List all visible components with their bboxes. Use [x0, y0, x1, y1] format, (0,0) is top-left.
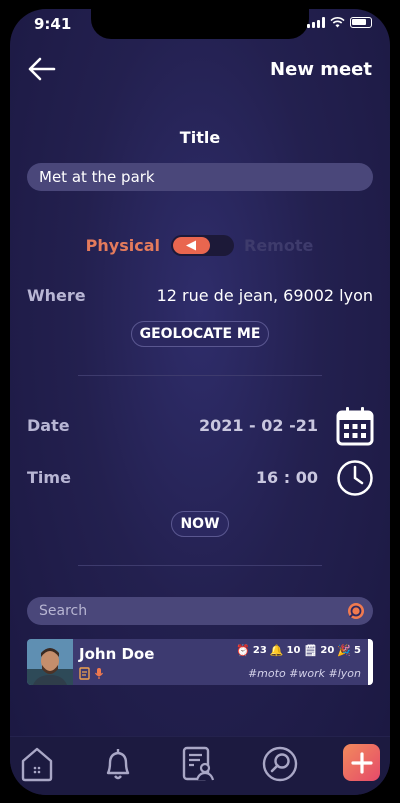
card-scroll-indicator — [368, 639, 373, 685]
notch — [91, 9, 309, 39]
home-icon[interactable] — [18, 745, 56, 783]
tab-bar — [10, 736, 390, 795]
time-label: Time — [27, 468, 71, 487]
phone-screen: 9:41 New meet Title Physical Remote Wher… — [10, 9, 390, 795]
bell-icon: 🔔 — [269, 644, 284, 657]
status-icons — [307, 17, 372, 28]
search-icon[interactable] — [347, 602, 365, 620]
parties-count: 5 — [354, 645, 361, 656]
where-value[interactable]: 12 rue de jean, 69002 lyon — [157, 286, 373, 305]
back-arrow-icon[interactable] — [26, 55, 58, 83]
mode-toggle-row: Physical Remote — [10, 235, 390, 257]
contact-stats: ⏰ 23 🔔 10 🗒 20 🎉 5 — [236, 644, 361, 657]
page-title: New meet — [270, 59, 372, 80]
add-icon — [350, 751, 373, 774]
search-icon[interactable] — [261, 745, 299, 783]
triangle-left-icon — [186, 240, 196, 251]
party-popper-icon: 🎉 — [337, 644, 352, 657]
notes-count: 20 — [320, 645, 335, 656]
time-value[interactable]: 16 : 00 — [256, 468, 318, 487]
alarm-clock-icon: ⏰ — [236, 644, 250, 657]
avatar — [27, 639, 73, 685]
status-time: 9:41 — [34, 15, 72, 33]
notifications-count: 10 — [286, 645, 301, 656]
contact-card[interactable]: John Doe ⏰ 23 🔔 10 🗒 20 🎉 5 #moto #work … — [27, 639, 373, 685]
geolocate-button[interactable]: GEOLOCATE ME — [131, 321, 269, 347]
battery-icon — [350, 17, 372, 28]
wifi-icon — [330, 17, 345, 28]
add-button[interactable] — [343, 744, 380, 781]
signal-icon — [307, 17, 325, 28]
contact-name: John Doe — [79, 645, 155, 663]
remote-label[interactable]: Remote — [244, 236, 313, 255]
date-label: Date — [27, 416, 70, 435]
contacts-list-icon[interactable] — [180, 745, 218, 783]
calendar-icon[interactable] — [336, 406, 374, 446]
divider — [78, 565, 322, 566]
contact-icons — [79, 667, 104, 680]
switch-knob[interactable] — [173, 237, 210, 254]
note-icon — [79, 667, 90, 680]
microphone-icon — [95, 668, 103, 679]
title-label: Title — [179, 128, 221, 147]
divider — [78, 375, 322, 376]
where-label: Where — [27, 286, 86, 305]
search-input[interactable] — [39, 597, 339, 625]
alarms-count: 23 — [252, 645, 267, 656]
notepad-icon: 🗒 — [303, 644, 318, 657]
search-bar[interactable] — [27, 597, 373, 625]
date-value[interactable]: 2021 - 02 -21 — [199, 416, 318, 435]
mode-switch[interactable] — [171, 235, 234, 256]
contact-tags: #moto #work #lyon — [247, 667, 361, 680]
bell-icon[interactable] — [99, 745, 137, 783]
now-button[interactable]: NOW — [171, 511, 229, 537]
physical-label[interactable]: Physical — [86, 236, 160, 255]
clock-icon[interactable] — [336, 459, 374, 497]
title-input[interactable] — [27, 163, 373, 191]
